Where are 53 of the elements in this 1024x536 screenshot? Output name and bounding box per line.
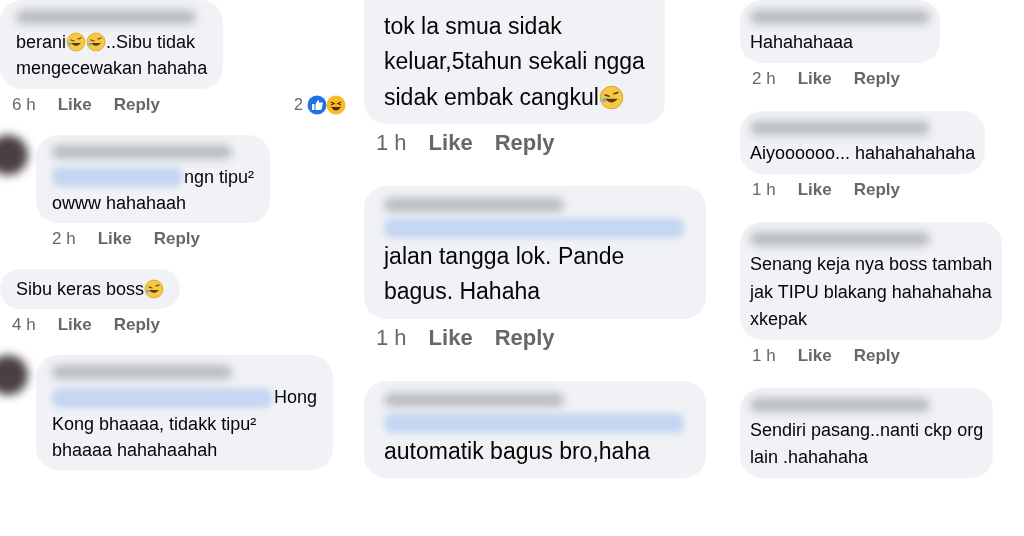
reply-link[interactable]: Reply — [853, 180, 900, 201]
comment-text: mengecewakan hahaha — [16, 57, 208, 81]
reply-link[interactable]: Reply — [153, 229, 200, 250]
comment-text: Senang keja nya boss tambah — [750, 253, 993, 277]
reply-link[interactable]: Reply — [853, 345, 900, 366]
laughing-face-icon — [326, 94, 346, 115]
comment-text: bagus. Hahaha — [384, 277, 540, 307]
comment-time: 4 h — [12, 315, 36, 336]
reply-link[interactable]: Reply — [853, 69, 900, 90]
comment-text: automatik bagus bro,haha — [384, 436, 650, 466]
like-link[interactable]: Like — [428, 130, 473, 157]
like-link[interactable]: Like — [428, 324, 473, 351]
comment-time: 6 h — [12, 94, 36, 115]
comment-text: Kong bhaaaa, tidakk tipu² — [52, 412, 257, 436]
comment-time: 1 h — [376, 130, 407, 157]
comment-text: lain .hahahaha — [750, 446, 869, 470]
reply-link[interactable]: Reply — [113, 315, 160, 336]
comment-text: Hahahahaaa — [750, 31, 854, 54]
reply-link[interactable]: Reply — [494, 130, 555, 157]
comment-text: owww hahahaah — [52, 191, 187, 215]
comment-text: tok la smua sidak — [384, 12, 562, 41]
laughing-emoji-icon — [86, 32, 107, 53]
comment-text: berani — [16, 31, 67, 54]
comment-text: keluar,5tahun sekali ngga — [384, 47, 645, 77]
comment-text: Hong — [274, 386, 318, 410]
like-link[interactable]: Like — [97, 229, 132, 250]
comment-text: jalan tangga lok. Pande — [384, 242, 625, 272]
comment-time: 1 h — [376, 324, 407, 351]
comment-time: 1 h — [752, 180, 776, 201]
like-link[interactable]: Like — [797, 69, 832, 90]
comment-text: Sendiri pasang..nanti ckp org — [750, 418, 984, 442]
like-link[interactable]: Like — [57, 315, 92, 336]
reply-link[interactable]: Reply — [494, 324, 555, 351]
comment-time: 2 h — [52, 229, 76, 250]
laughing-emoji-icon — [66, 32, 87, 53]
comment-time: 2 h — [752, 69, 776, 90]
comment-time: 1 h — [752, 345, 776, 366]
reaction-count: 2 — [294, 95, 303, 114]
thumbs-up-icon — [307, 94, 327, 115]
comment-text: ngn tipu² — [184, 165, 255, 189]
comment-text: Sibu keras boss — [16, 278, 145, 302]
comment-text: sidak embak cangkul — [384, 82, 599, 112]
comment-text: xkepak — [750, 307, 808, 331]
comment-text: jak TIPU blakang hahahahaha — [750, 280, 992, 304]
laughing-emoji-icon — [598, 84, 624, 110]
like-link[interactable]: Like — [57, 94, 92, 115]
reply-link[interactable]: Reply — [113, 94, 160, 115]
comment-text: ..Sibu tidak — [106, 31, 196, 54]
like-link[interactable]: Like — [797, 345, 832, 366]
laughing-emoji-icon — [144, 279, 165, 300]
like-link[interactable]: Like — [797, 180, 832, 201]
comment-text: bhaaaa hahahaahah — [52, 439, 218, 463]
comment-text: Aiyoooooo... hahahahahaha — [750, 142, 976, 166]
